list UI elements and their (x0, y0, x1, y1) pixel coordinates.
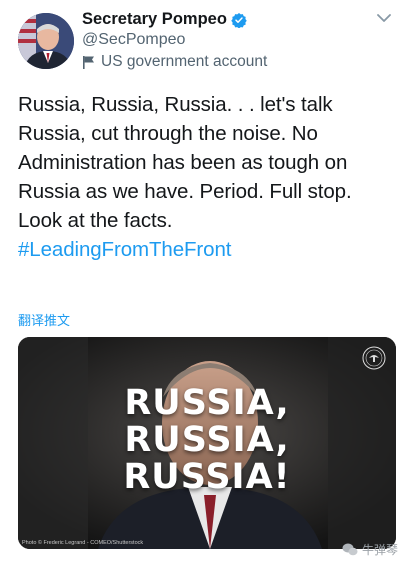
image-headline: RUSSIA, RUSSIA, RUSSIA! (18, 385, 396, 496)
flag-icon (83, 56, 94, 69)
wechat-icon (342, 543, 358, 556)
tweet-text: Russia, Russia, Russia. . . let's talk R… (18, 93, 352, 232)
headline-line-1: RUSSIA, (124, 383, 290, 423)
government-account-text: US government account (101, 53, 268, 70)
hashtag-link[interactable]: #LeadingFromTheFront (18, 235, 396, 264)
headline-line-3: RUSSIA! (123, 457, 291, 497)
chevron-down-icon[interactable] (376, 12, 392, 24)
watermark: 牛弹琴 (342, 541, 398, 558)
tweet-header: Secretary Pompeo @SecPompeo US governmen… (18, 10, 398, 74)
state-department-seal-icon (362, 346, 386, 370)
translate-tweet-link[interactable]: 翻译推文 (18, 310, 70, 329)
tweet-image[interactable]: RUSSIA, RUSSIA, RUSSIA! Photo © Frederic… (18, 337, 396, 549)
government-account-label: US government account (82, 53, 267, 71)
handle[interactable]: @SecPompeo (82, 31, 185, 49)
photo-credit: Photo © Frederic Legrand - COMEO/Shutter… (22, 540, 144, 546)
headline-line-2: RUSSIA, (124, 420, 290, 460)
watermark-text: 牛弹琴 (362, 543, 399, 557)
verified-badge-icon (231, 12, 247, 28)
avatar[interactable] (18, 13, 74, 69)
name-row: Secretary Pompeo (82, 10, 247, 29)
tweet-body: Russia, Russia, Russia. . . let's talk R… (18, 90, 396, 264)
display-name[interactable]: Secretary Pompeo (82, 10, 227, 29)
